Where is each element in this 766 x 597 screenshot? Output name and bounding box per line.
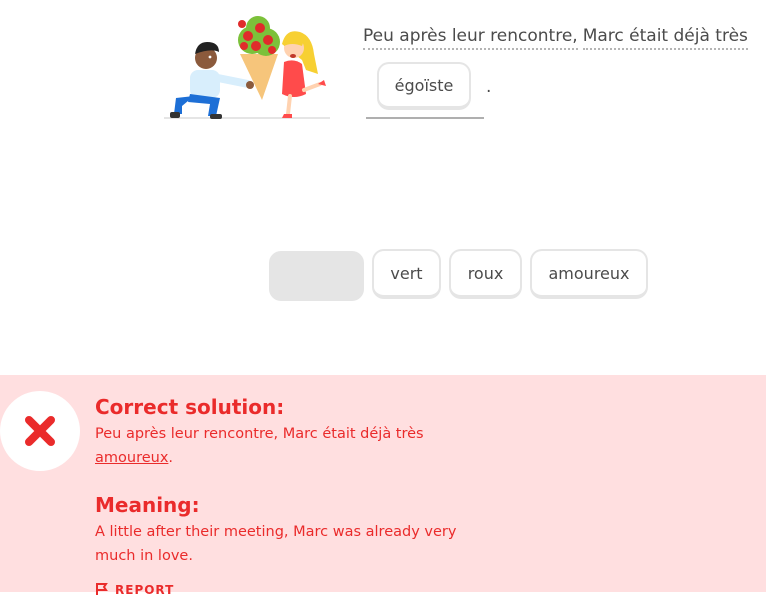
sentence-hint-part-1[interactable]: Peu après leur rencontre, — [363, 26, 578, 50]
sentence-hint-part-2[interactable]: Marc était déjà très — [582, 26, 748, 50]
word-chip-amoureux[interactable]: amoureux — [530, 249, 648, 299]
proposal-illustration — [164, 16, 330, 119]
meaning-text: A little after their meeting, Marc was a… — [95, 524, 457, 564]
report-button[interactable]: REPORT — [95, 582, 174, 597]
x-mark-icon — [25, 416, 55, 446]
flag-icon — [96, 583, 108, 595]
word-chip-vert[interactable]: vert — [372, 249, 441, 299]
word-chip-roux[interactable]: roux — [449, 249, 522, 299]
word-bank-empty-slot — [269, 251, 364, 301]
report-label: REPORT — [115, 583, 175, 597]
correct-solution-text: Peu après leur rencontre, Marc était déj… — [95, 422, 475, 470]
solution-sentence: Peu après leur rencontre, Marc était déj… — [95, 426, 424, 442]
sentence-period: . — [486, 77, 492, 97]
incorrect-badge — [0, 391, 80, 471]
correct-solution-title: Correct solution: — [95, 395, 285, 419]
challenge-sentence: Peu après leur rencontre, Marc était déjà… — [363, 26, 748, 50]
solution-word: amoureux — [95, 450, 169, 466]
selected-answer-chip[interactable]: égoïste — [377, 62, 471, 110]
meaning-title: Meaning: — [95, 493, 200, 517]
solution-period: . — [168, 450, 174, 466]
incorrect-feedback-panel: Correct solution: Peu après leur rencont… — [0, 375, 766, 597]
